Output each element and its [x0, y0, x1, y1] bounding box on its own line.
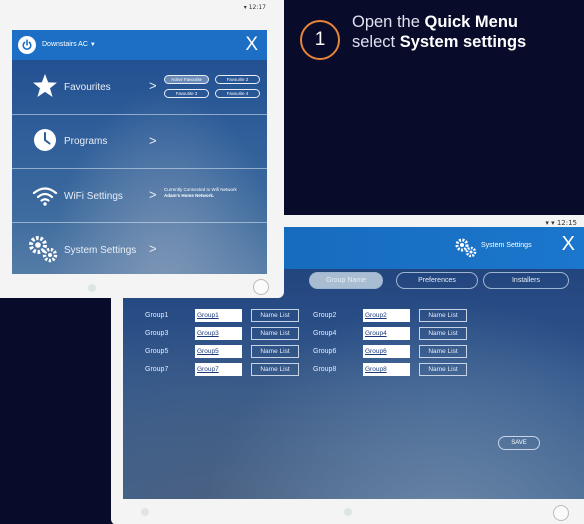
quick-menu-term: Quick Menu [424, 13, 518, 31]
group-row: Group7 Group7 Name List Group8 Group8 Na… [145, 363, 565, 376]
chevron-right-icon: > [149, 133, 157, 148]
sensor-dot [141, 508, 149, 516]
favourite-active[interactable]: Active Favourite [164, 75, 209, 84]
menu-item-programs[interactable]: Programs > [12, 115, 267, 168]
group-label: Group8 [313, 366, 337, 373]
save-button[interactable]: SAVE [498, 436, 540, 450]
favourite-4[interactable]: Favourite 4 [215, 89, 260, 98]
name-list-button[interactable]: Name List [419, 363, 467, 376]
wifi-icon [32, 187, 58, 206]
system-settings-title: System Settings [481, 242, 532, 249]
power-icon [22, 39, 32, 50]
instruction-text: Open the Quick Menu select System settin… [352, 12, 584, 52]
group-name-input[interactable]: Group4 [363, 327, 410, 340]
name-list-button[interactable]: Name List [419, 345, 467, 358]
instruction-line-1: Open the Quick Menu [352, 13, 518, 31]
tab-preferences[interactable]: Preferences [396, 272, 478, 289]
star-icon [33, 74, 57, 97]
name-list-button[interactable]: Name List [251, 327, 299, 340]
close-button[interactable]: X [562, 233, 575, 256]
wifi-status-text: Currently Connected to Wifi Network Adam… [164, 187, 237, 198]
quick-menu-device: ▾ 12:17 Downstairs AC ▼ X Favourites > Ac… [0, 0, 284, 298]
name-list-button[interactable]: Name List [251, 345, 299, 358]
quick-menu-screen: Downstairs AC ▼ X Favourites > Active Fav… [12, 30, 267, 274]
step-number: 1 [314, 29, 326, 50]
menu-item-wifi-settings[interactable]: WiFi Settings > Currently Connected to W… [12, 169, 267, 222]
status-bar: ▾ 12:17 [243, 4, 266, 11]
quick-menu-header: Downstairs AC ▼ X [12, 30, 267, 60]
name-list-button[interactable]: Name List [419, 309, 467, 322]
sensor-dot [344, 508, 352, 516]
group-label: Group5 [145, 348, 169, 355]
name-list-button[interactable]: Name List [419, 327, 467, 340]
group-name-input[interactable]: Group1 [195, 309, 242, 322]
group-label: Group2 [313, 312, 337, 319]
favourite-3[interactable]: Favourite 3 [164, 89, 209, 98]
chevron-right-icon: > [149, 241, 157, 256]
group-label: Group1 [145, 312, 169, 319]
group-name-input[interactable]: Group6 [363, 345, 410, 358]
step-number-badge: 1 [300, 20, 340, 60]
group-row: Group1 Group1 Name List Group2 Group2 Na… [145, 309, 565, 322]
home-button[interactable] [253, 279, 269, 295]
chevron-right-icon: > [149, 187, 157, 202]
status-bar: ▾ ▾ 12:15 [545, 219, 577, 227]
tab-group-name[interactable]: Group Name [309, 272, 383, 289]
instruction-line-2: select System settings [352, 33, 527, 51]
favourite-2[interactable]: Favourite 2 [215, 75, 260, 84]
group-name-input[interactable]: Group7 [195, 363, 242, 376]
name-list-button[interactable]: Name List [251, 363, 299, 376]
gears-icon [455, 238, 477, 258]
chevron-down-icon: ▼ [89, 42, 96, 48]
group-label: Group7 [145, 366, 169, 373]
home-button[interactable] [553, 505, 569, 521]
clock-icon [34, 129, 56, 151]
group-name-input[interactable]: Group5 [195, 345, 242, 358]
sensor-dot [88, 284, 96, 292]
name-list-button[interactable]: Name List [251, 309, 299, 322]
group-name-input[interactable]: Group2 [363, 309, 410, 322]
chevron-right-icon: > [149, 78, 157, 93]
group-label: Group4 [313, 330, 337, 337]
group-name-input[interactable]: Group8 [363, 363, 410, 376]
gears-icon [29, 236, 58, 263]
group-label: Group3 [145, 330, 169, 337]
system-settings-term: System settings [399, 33, 527, 51]
group-label: Group6 [313, 348, 337, 355]
power-button[interactable] [18, 36, 36, 54]
tab-installers[interactable]: Installers [483, 272, 569, 289]
group-name-input[interactable]: Group3 [195, 327, 242, 340]
menu-item-favourites[interactable]: Favourites > Active Favourite Favourite … [12, 60, 267, 113]
group-row: Group3 Group3 Name List Group4 Group4 Na… [145, 327, 565, 340]
close-button[interactable]: X [245, 34, 258, 56]
zone-selector[interactable]: Downstairs AC ▼ [42, 41, 96, 48]
group-row: Group5 Group5 Name List Group6 Group6 Na… [145, 345, 565, 358]
menu-item-system-settings[interactable]: System Settings > [12, 223, 267, 274]
